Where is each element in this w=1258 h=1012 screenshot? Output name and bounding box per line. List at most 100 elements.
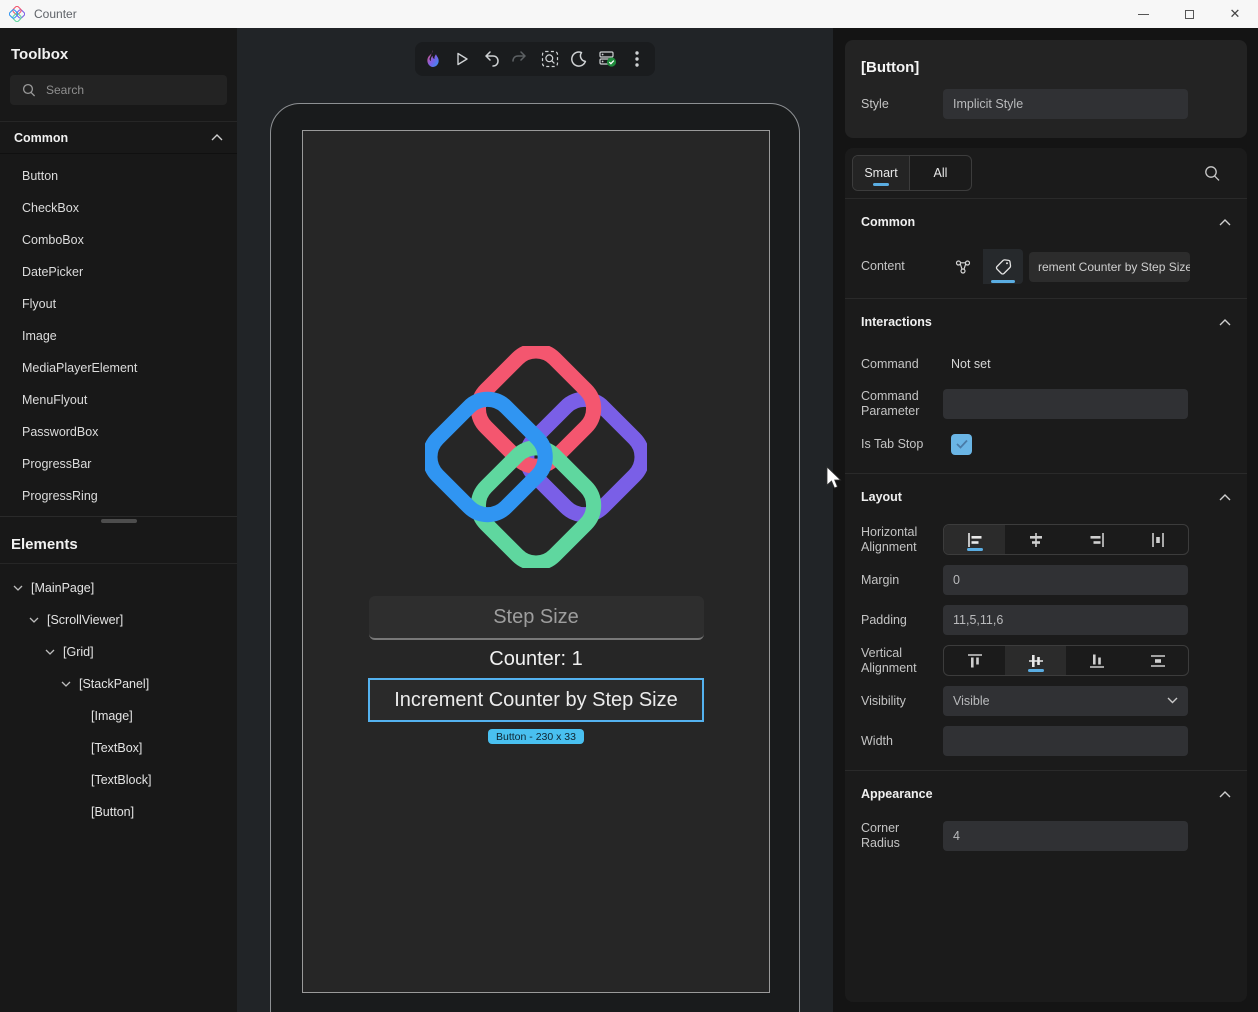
hot-reload-flame-icon[interactable] [422,48,444,70]
v-align-center-icon [1028,654,1043,667]
h-align-stretch-icon [1151,532,1164,547]
close-button[interactable]: ✕ [1212,0,1258,28]
tree-item-image[interactable]: [Image] [0,700,237,732]
zoom-selection-icon[interactable] [539,48,561,70]
redo-icon[interactable] [509,48,531,70]
toolbox-search-input[interactable]: Search [10,75,227,105]
toolbox-item-flyout[interactable]: Flyout [0,288,237,320]
splitter-handle-icon [100,519,137,523]
binding-icon [955,259,971,274]
command-parameter-input[interactable] [943,389,1188,419]
tree-item-grid[interactable]: [Grid] [0,636,237,668]
increment-button-selected[interactable]: Increment Counter by Step Size [368,678,704,722]
section-interactions-header[interactable]: Interactions [845,299,1247,339]
active-tab-underline [873,183,889,186]
content-mode-toggle [943,249,1023,284]
toolbox-list: Button CheckBox ComboBox DatePicker Flyo… [0,154,237,512]
v-align-center-button[interactable] [1005,646,1066,675]
corner-radius-input[interactable]: 4 [943,821,1188,851]
panel-splitter[interactable] [0,516,237,526]
toolbox-item-passwordbox[interactable]: PasswordBox [0,416,237,448]
content-literal-mode-button[interactable] [983,249,1023,284]
play-icon[interactable] [451,48,473,70]
horizontal-alignment-label: Horizontal Alignment [861,524,918,554]
toolbox-item-menuflyout[interactable]: MenuFlyout [0,384,237,416]
content-binding-mode-button[interactable] [943,249,983,284]
margin-input[interactable]: 0 [943,565,1188,595]
chevron-up-icon [211,134,223,141]
content-value-input[interactable]: rement Counter by Step Size [1029,251,1190,282]
chevron-down-icon[interactable] [28,617,40,623]
chevron-up-icon [1219,790,1231,797]
chevron-down-icon[interactable] [60,681,72,687]
h-align-left-button[interactable] [944,525,1005,554]
tree-item-textbox[interactable]: [TextBox] [0,732,237,764]
tag-icon [995,259,1011,275]
undo-icon[interactable] [480,48,502,70]
style-label: Style [861,97,889,111]
toolbox-item-mediaplayerelement[interactable]: MediaPlayerElement [0,352,237,384]
section-common-header[interactable]: Common [845,199,1247,239]
visibility-select[interactable]: Visible [943,686,1188,716]
h-align-center-button[interactable] [1005,525,1066,554]
toolbox-item-checkbox[interactable]: CheckBox [0,192,237,224]
check-icon [955,439,968,449]
tree-item-button-selected[interactable]: [Button] [0,796,237,828]
section-interactions: Interactions Command Not set Command Par… [845,299,1247,474]
toolbox-title: Toolbox [11,46,69,63]
window-title: Counter [34,7,77,21]
tree-item-scrollviewer[interactable]: [ScrollViewer] [0,604,237,636]
content-label: Content [861,259,905,273]
tree-item-mainpage[interactable]: [MainPage] [0,572,237,604]
horizontal-alignment-control [943,524,1189,555]
toolbox-item-progressring[interactable]: ProgressRing [0,480,237,512]
visibility-label: Visibility [861,693,906,708]
tree-item-textblock[interactable]: [TextBlock] [0,764,237,796]
h-align-center-icon [1029,532,1042,547]
chevron-down-icon[interactable] [44,649,56,655]
toolbox-item-image[interactable]: Image [0,320,237,352]
section-appearance-header[interactable]: Appearance [845,771,1247,811]
v-align-top-button[interactable] [944,646,1005,675]
tree-item-stackpanel[interactable]: [StackPanel] [0,668,237,700]
v-align-stretch-button[interactable] [1127,646,1188,675]
h-align-stretch-button[interactable] [1127,525,1188,554]
theme-moon-icon[interactable] [568,48,590,70]
step-size-textbox[interactable]: Step Size [368,596,704,640]
toolbox-item-button[interactable]: Button [0,160,237,192]
elements-title: Elements [11,536,78,553]
app-logo-icon [9,6,25,22]
chevron-up-icon [1219,493,1231,500]
padding-label: Padding [861,612,907,627]
active-toggle-underline [991,280,1015,283]
padding-input[interactable]: 11,5,11,6 [943,605,1188,635]
property-search-icon[interactable] [1204,165,1221,182]
width-input[interactable] [943,726,1188,756]
h-align-left-icon [967,532,981,547]
tab-all[interactable]: All [910,156,971,190]
toolbox-item-datepicker[interactable]: DatePicker [0,256,237,288]
tab-smart[interactable]: Smart [853,156,910,190]
design-canvas: Step Size Counter: 1 Increment Counter b… [237,28,833,1012]
minimize-button[interactable] [1120,0,1166,28]
chevron-down-icon[interactable] [12,585,24,591]
section-layout-header[interactable]: Layout [845,474,1247,514]
uno-platform-logo [425,346,647,568]
toolbox-item-combobox[interactable]: ComboBox [0,224,237,256]
v-align-top-icon [967,653,982,667]
more-options-icon[interactable] [626,48,648,70]
v-align-bottom-button[interactable] [1066,646,1127,675]
toolbox-panel: Toolbox Search Common Button CheckBox Co… [0,28,237,1012]
style-input[interactable]: Implicit Style [943,89,1188,119]
selected-element-title: [Button] [861,59,920,76]
vertical-alignment-label: Vertical Alignment [861,645,917,675]
maximize-button[interactable] [1166,0,1212,28]
section-common: Common Content rement Counter by Step Si… [845,199,1247,299]
is-tab-stop-checkbox[interactable] [951,433,972,455]
chevron-up-icon [1219,218,1231,225]
toolbox-section-common[interactable]: Common [0,121,237,154]
section-appearance: Appearance Corner Radius 4 [845,771,1247,865]
h-align-right-button[interactable] [1066,525,1127,554]
connection-status-ok-icon[interactable] [597,48,619,70]
toolbox-item-progressbar[interactable]: ProgressBar [0,448,237,480]
